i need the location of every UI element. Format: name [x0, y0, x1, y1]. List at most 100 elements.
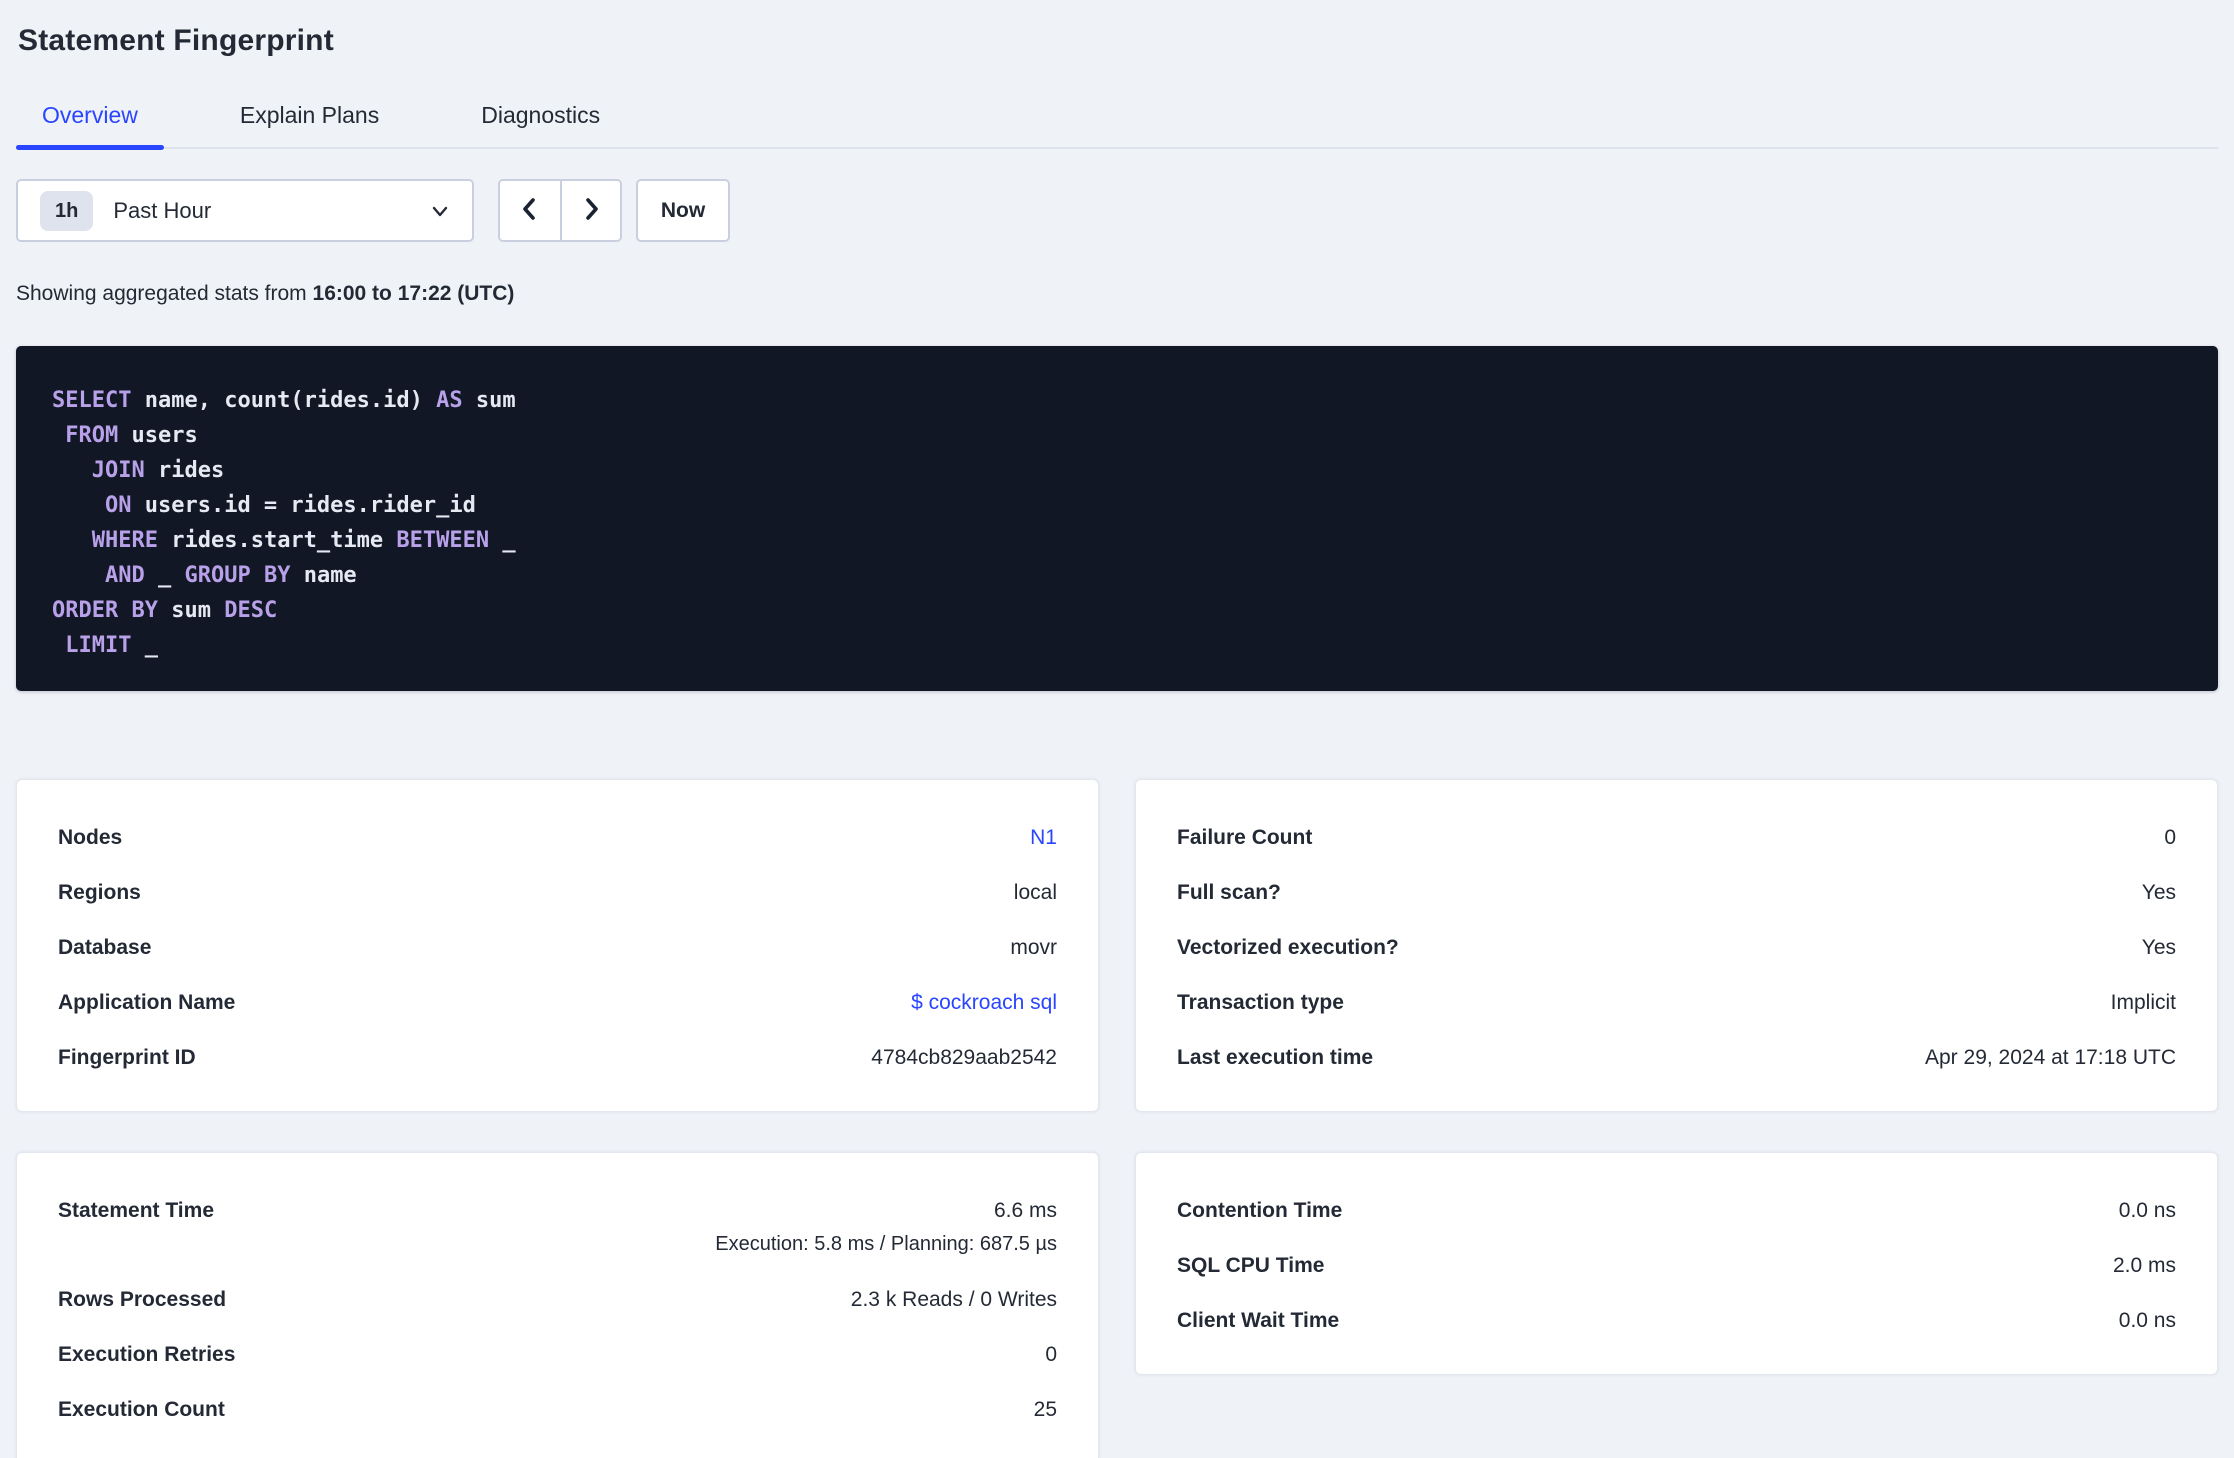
stat-row: Execution Count 25 [58, 1398, 1057, 1421]
sql-keyword: ORDER BY [52, 598, 158, 623]
stat-value-wrap: local [1014, 881, 1057, 904]
stat-value: local [1013, 881, 1057, 904]
next-time-window-button[interactable] [560, 181, 620, 240]
stats-note-prefix: Showing aggregated stats from [16, 282, 313, 305]
page-title: Statement Fingerprint [18, 24, 334, 57]
stat-value: 6.6 ms [993, 1199, 1057, 1222]
stat-label: Execution Count [58, 1398, 225, 1421]
aggregated-stats-note: Showing aggregated stats from 16:00 to 1… [16, 282, 2218, 306]
stat-row: Client Wait Time 0.0 ns [1177, 1309, 2176, 1332]
sql-line: LIMIT _ [65, 633, 158, 658]
summary-cards: Nodes N1 Regions local Database movr Applicati… [16, 779, 2218, 1458]
sql-line: JOIN rides [91, 458, 225, 483]
stat-label: Client Wait Time [1177, 1309, 1340, 1332]
tab-diagnostics[interactable]: Diagnostics [455, 102, 626, 147]
sql-line: AND _ GROUP BY name [104, 563, 357, 588]
sql-line: SELECT name, count(rides.id) AS sum [52, 388, 516, 413]
sql-keyword: WHERE [91, 528, 158, 553]
stat-value-wrap: 0.0 ns [2119, 1309, 2176, 1332]
statement-fingerprint-page: Statement Fingerprint Overview Explain P… [0, 0, 2234, 1458]
stat-row: Execution Retries 0 [58, 1343, 1057, 1366]
stat-label: Fingerprint ID [58, 1046, 196, 1069]
stat-row: SQL CPU Time 2.0 ms [1177, 1254, 2176, 1277]
stat-row: Full scan? Yes [1177, 881, 2176, 904]
stat-label: Failure Count [1177, 826, 1313, 849]
stat-value-wrap: 0 [1045, 1343, 1057, 1366]
time-toolbar: 1h Past Hour Now [16, 179, 2218, 242]
sql-keyword: BETWEEN [396, 528, 490, 553]
stat-row: Last execution time Apr 29, 2024 at 17:18… [1177, 1046, 2176, 1069]
stat-label: SQL CPU Time [1177, 1254, 1325, 1277]
stat-row: Application Name $ cockroach sql [58, 991, 1057, 1014]
sql-keyword: AND [104, 563, 145, 588]
stat-row: Nodes N1 [58, 826, 1057, 849]
stat-value-link[interactable]: N1 [1030, 826, 1057, 849]
stat-value: 0.0 ns [2118, 1199, 2176, 1222]
stat-value: 0.0 ns [2118, 1309, 2176, 1332]
chevron-right-icon [578, 196, 604, 225]
stat-value: 0 [1045, 1343, 1057, 1366]
stat-label: Execution Retries [58, 1343, 236, 1366]
statement-details-card: Nodes N1 Regions local Database movr Applicati… [16, 779, 1099, 1112]
sql-keyword: ON [104, 493, 132, 518]
stat-label: Application Name [58, 991, 236, 1014]
sql-line: ORDER BY sum DESC [52, 598, 278, 623]
stat-label: Nodes [58, 826, 123, 849]
timing-stats-card: Statement Time 6.6 ms Execution: 5.8 ms / … [16, 1152, 1099, 1458]
chevron-left-icon [517, 196, 543, 225]
stat-value-wrap: Yes [2142, 881, 2176, 904]
stats-note-range: 16:00 to 17:22 (UTC) [312, 282, 515, 305]
stat-value-wrap: Apr 29, 2024 at 17:18 UTC [1925, 1046, 2176, 1069]
stat-row: Vectorized execution? Yes [1177, 936, 2176, 959]
sql-keyword: DESC [224, 598, 278, 623]
sql-statement-box: SELECT name, count(rides.id) AS sum FROM… [16, 346, 2218, 691]
time-window-nav [498, 179, 622, 242]
wait-time-stats-card: Contention Time 0.0 ns SQL CPU Time 2.0 ms C… [1135, 1152, 2218, 1375]
stat-value-wrap: 2.3 k Reads / 0 Writes [851, 1288, 1057, 1311]
time-range-label: Past Hour [113, 197, 212, 223]
stat-value-wrap: $ cockroach sql [911, 991, 1057, 1014]
time-range-dropdown[interactable]: 1h Past Hour [16, 179, 474, 242]
stat-value-wrap: 6.6 ms Execution: 5.8 ms / Planning: 687.… [715, 1199, 1057, 1256]
stat-row: Statement Time 6.6 ms Execution: 5.8 ms / … [58, 1199, 1057, 1256]
stat-value: Implicit [2110, 991, 2176, 1014]
sql-line: FROM users [65, 423, 198, 448]
sql-keyword: AS [436, 388, 463, 413]
stat-value: 0 [2164, 826, 2176, 849]
stat-label: Transaction type [1177, 991, 1344, 1014]
time-range-badge: 1h [40, 190, 94, 231]
stat-value-wrap: 2.0 ms [2113, 1254, 2176, 1277]
stat-value-wrap: N1 [1030, 826, 1057, 849]
stat-row: Failure Count 0 [1177, 826, 2176, 849]
stat-row: Regions local [58, 881, 1057, 904]
stat-value: Yes [2141, 881, 2176, 904]
stat-row: Rows Processed 2.3 k Reads / 0 Writes [58, 1288, 1057, 1311]
stat-label: Vectorized execution? [1177, 936, 1399, 959]
stat-label: Rows Processed [58, 1288, 227, 1311]
stat-value: 25 [1033, 1398, 1057, 1421]
stat-label: Full scan? [1177, 881, 1281, 904]
now-button[interactable]: Now [636, 179, 730, 242]
stat-value-wrap: 0 [2164, 826, 2176, 849]
tab-overview[interactable]: Overview [16, 102, 164, 150]
tab-explain-plans[interactable]: Explain Plans [214, 102, 405, 147]
sql-keyword: LIMIT [65, 633, 132, 658]
chevron-down-icon [428, 199, 452, 223]
sql-keyword: JOIN [91, 458, 145, 483]
sql-keyword: GROUP BY [184, 563, 291, 588]
stat-value-wrap: Yes [2142, 936, 2176, 959]
previous-time-window-button[interactable] [500, 181, 560, 240]
stat-value: Apr 29, 2024 at 17:18 UTC [1925, 1046, 2176, 1069]
stat-value-link[interactable]: $ cockroach sql [911, 991, 1057, 1014]
stat-value-wrap: 4784cb829aab2542 [871, 1046, 1057, 1069]
sql-line: ON users.id = rides.rider_id [104, 493, 476, 518]
stat-row: Database movr [58, 936, 1057, 959]
stat-row: Fingerprint ID 4784cb829aab2542 [58, 1046, 1057, 1069]
stat-value: 4784cb829aab2542 [871, 1046, 1057, 1069]
execution-attributes-card: Failure Count 0 Full scan? Yes Vectorized ex… [1135, 779, 2218, 1112]
stat-value-wrap: 25 [1034, 1398, 1057, 1421]
stat-label: Regions [58, 881, 141, 904]
tabs-bar: Overview Explain Plans Diagnostics [16, 102, 2218, 150]
sql-keyword: FROM [65, 423, 119, 448]
sql-line: WHERE rides.start_time BETWEEN _ [91, 528, 516, 553]
